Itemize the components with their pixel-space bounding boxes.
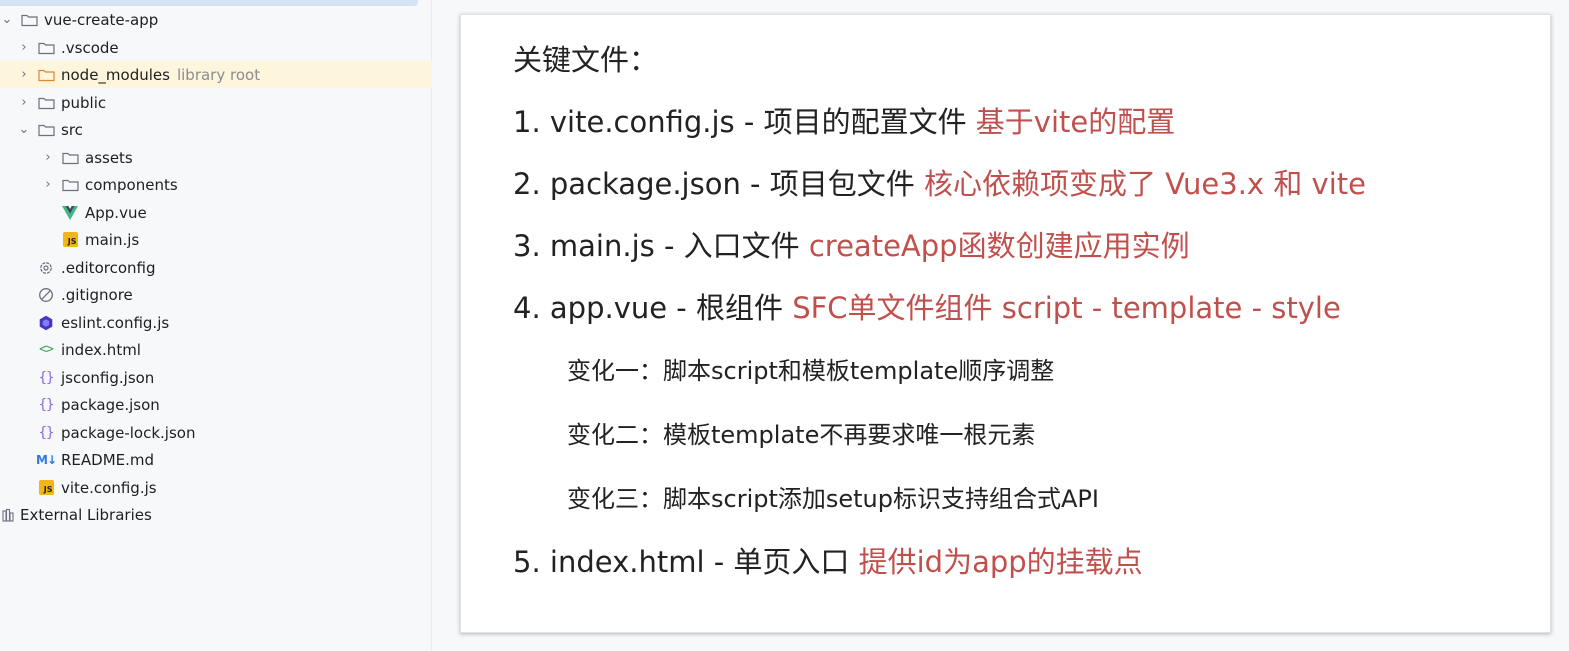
chevron-right-icon[interactable]: › bbox=[17, 67, 31, 82]
library-root-hint: library root bbox=[176, 65, 261, 84]
tree-item-label: .editorconfig bbox=[61, 258, 156, 277]
tree-item-src[interactable]: ⌄ src bbox=[0, 116, 432, 143]
line-note: 提供id为app的挂载点 bbox=[858, 545, 1143, 579]
tree-item-label: README.md bbox=[61, 450, 155, 469]
tree-item-label: External Libraries bbox=[20, 505, 152, 524]
tree-item-label: public bbox=[61, 93, 107, 112]
line-note: SFC单文件组件 script - template - style bbox=[792, 291, 1341, 325]
line-text: 1. vite.config.js - 项目的配置文件 bbox=[513, 105, 976, 139]
tree-item-vite-config-js[interactable]: JS vite.config.js bbox=[0, 474, 432, 501]
chevron-right-icon[interactable]: › bbox=[17, 40, 31, 55]
json-icon: {} bbox=[38, 396, 55, 413]
slide-change-1: 变化一：脚本script和模板template顺序调整 bbox=[567, 357, 1055, 385]
tree-item-external-libraries[interactable]: External Libraries bbox=[0, 501, 432, 528]
tree-item-label: jsconfig.json bbox=[61, 368, 155, 387]
chevron-right-icon[interactable]: › bbox=[41, 177, 55, 192]
slide-change-2: 变化二：模板template不再要求唯一根元素 bbox=[567, 421, 1036, 449]
tree-item-index-html[interactable]: <> index.html bbox=[0, 336, 432, 363]
tree-item-label: components bbox=[85, 175, 178, 194]
tree-item-label: src bbox=[61, 120, 83, 139]
chevron-right-icon[interactable]: › bbox=[41, 150, 55, 165]
folder-icon bbox=[61, 150, 79, 166]
line-note: 基于vite的配置 bbox=[975, 105, 1176, 139]
tree-item-label: .vscode bbox=[61, 38, 119, 57]
chevron-down-icon[interactable]: ⌄ bbox=[0, 12, 14, 27]
tree-item-assets[interactable]: › assets bbox=[0, 144, 432, 171]
slide-line-2: 2. package.json - 项目包文件 核心依赖项变成了 Vue3.x … bbox=[513, 161, 1366, 203]
tree-item-jsconfig-json[interactable]: {} jsconfig.json bbox=[0, 364, 432, 391]
tree-item-label: node_modules bbox=[61, 65, 170, 84]
tree-item-label: App.vue bbox=[85, 203, 147, 222]
tree-item-eslint-config[interactable]: eslint.config.js bbox=[0, 309, 432, 336]
tree-item-label: index.html bbox=[61, 340, 141, 359]
line-note: 核心依赖项变成了 Vue3.x 和 vite bbox=[923, 167, 1366, 201]
vue-icon bbox=[61, 205, 79, 221]
line-text: 5. index.html - 单页入口 bbox=[513, 545, 859, 579]
html-icon: <> bbox=[39, 342, 54, 357]
slide-line-5: 5. index.html - 单页入口 提供id为app的挂载点 bbox=[513, 539, 1143, 581]
tree-item-gitignore[interactable]: .gitignore bbox=[0, 281, 432, 308]
folder-icon bbox=[20, 12, 38, 28]
folder-icon bbox=[61, 177, 79, 193]
slide-line-3: 3. main.js - 入口文件 createApp函数创建应用实例 bbox=[513, 223, 1190, 265]
slide-title: 关键文件： bbox=[513, 43, 659, 77]
line-text: 3. main.js - 入口文件 bbox=[513, 229, 809, 263]
tree-item-components[interactable]: › components bbox=[0, 171, 432, 198]
js-file-icon: JS bbox=[61, 232, 79, 248]
slide-line-1: 1. vite.config.js - 项目的配置文件 基于vite的配置 bbox=[513, 99, 1175, 141]
tree-item-vscode[interactable]: › .vscode bbox=[0, 34, 432, 61]
tree-item-readme-md[interactable]: M↓ README.md bbox=[0, 446, 432, 473]
ignore-icon bbox=[37, 287, 55, 303]
tree-item-app-vue[interactable]: App.vue bbox=[0, 199, 432, 226]
tree-item-package-lock-json[interactable]: {} package-lock.json bbox=[0, 419, 432, 446]
project-tree: ⌄ vue-create-app › .vscode › node_module… bbox=[0, 0, 432, 651]
js-file-icon: JS bbox=[37, 480, 55, 496]
line-text: 2. package.json - 项目包文件 bbox=[513, 167, 924, 201]
tree-item-label: package-lock.json bbox=[61, 423, 196, 442]
chevron-right-icon[interactable]: › bbox=[17, 95, 31, 110]
gear-icon bbox=[37, 260, 55, 276]
tree-item-label: vite.config.js bbox=[61, 478, 157, 497]
tree-item-main-js[interactable]: JS main.js bbox=[0, 226, 432, 253]
line-note: createApp函数创建应用实例 bbox=[808, 229, 1190, 263]
slide-panel: 关键文件： 1. vite.config.js - 项目的配置文件 基于vite… bbox=[460, 14, 1551, 633]
tree-item-label: eslint.config.js bbox=[61, 313, 170, 332]
tree-item-vue-create-app[interactable]: ⌄ vue-create-app bbox=[0, 6, 432, 33]
markdown-icon: M↓ bbox=[36, 452, 57, 467]
eslint-icon bbox=[37, 315, 55, 331]
folder-icon bbox=[37, 40, 55, 56]
slide-line-4: 4. app.vue - 根组件 SFC单文件组件 script - templ… bbox=[513, 285, 1341, 327]
tree-item-label: vue-create-app bbox=[44, 10, 159, 29]
tree-item-label: assets bbox=[85, 148, 133, 167]
line-text: 4. app.vue - 根组件 bbox=[513, 291, 793, 325]
library-icon bbox=[0, 507, 18, 523]
json-icon: {} bbox=[38, 424, 55, 441]
tree-item-label: main.js bbox=[85, 230, 140, 249]
chevron-down-icon[interactable]: ⌄ bbox=[17, 122, 31, 137]
folder-icon bbox=[37, 122, 55, 138]
tree-item-node-modules[interactable]: › node_modules library root bbox=[0, 61, 432, 88]
tree-item-label: .gitignore bbox=[61, 285, 133, 304]
slide-change-3: 变化三：脚本script添加setup标识支持组合式API bbox=[567, 485, 1099, 513]
tree-item-editorconfig[interactable]: .editorconfig bbox=[0, 254, 432, 281]
json-icon: {} bbox=[38, 369, 55, 386]
folder-icon bbox=[37, 95, 55, 111]
folder-icon bbox=[37, 67, 55, 83]
tree-item-public[interactable]: › public bbox=[0, 89, 432, 116]
tree-item-label: package.json bbox=[61, 395, 160, 414]
tree-item-package-json[interactable]: {} package.json bbox=[0, 391, 432, 418]
